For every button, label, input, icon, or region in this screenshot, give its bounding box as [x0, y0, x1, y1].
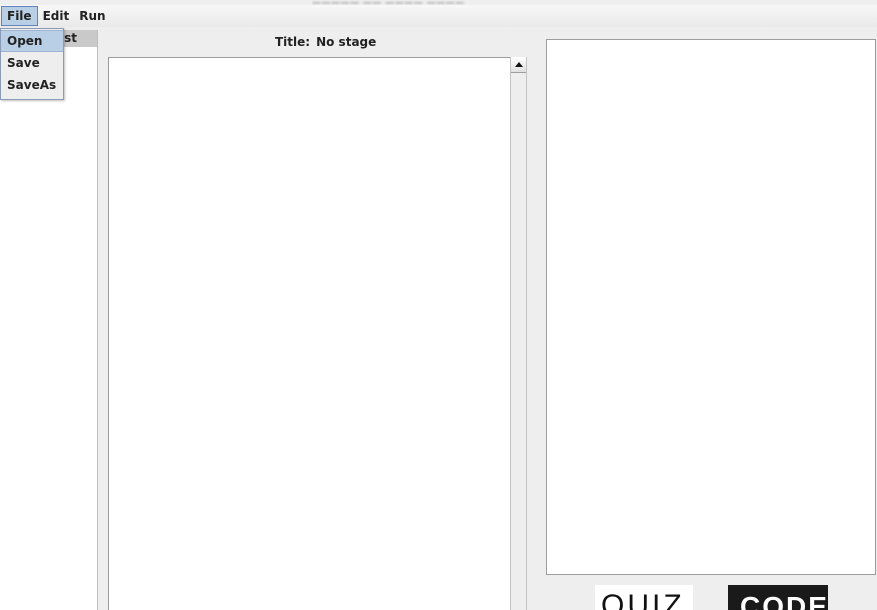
quiz-logo: QUIZ	[595, 585, 693, 610]
menu-item-save[interactable]: Save	[1, 52, 63, 74]
stage-text-area[interactable]	[108, 57, 511, 610]
file-menu-dropdown: Open Save SaveAs	[0, 28, 64, 100]
menu-item-open[interactable]: Open	[1, 30, 63, 52]
menu-bar: File Edit Run	[0, 5, 877, 27]
code-logo-text: CODE	[740, 591, 828, 610]
stage-title: Title: No stage	[275, 35, 376, 49]
code-logo: CODE	[728, 585, 828, 610]
stage-title-value: No stage	[316, 35, 377, 49]
scroll-up-button[interactable]	[511, 57, 526, 73]
quiz-logo-text: QUIZ	[601, 589, 685, 610]
stage-title-label: Title:	[275, 35, 311, 49]
menu-item-saveas[interactable]: SaveAs	[1, 74, 63, 96]
arrow-up-icon	[514, 62, 523, 67]
menu-edit[interactable]: Edit	[38, 6, 75, 26]
preview-panel[interactable]	[546, 39, 876, 575]
stage-list-panel[interactable]: ist	[0, 30, 98, 610]
menu-file[interactable]: File	[1, 6, 38, 26]
menu-run[interactable]: Run	[74, 6, 110, 26]
app-window: ————— —— ———— ———— File Edit Run ist Ope…	[0, 0, 877, 610]
vertical-scrollbar[interactable]	[510, 57, 527, 610]
